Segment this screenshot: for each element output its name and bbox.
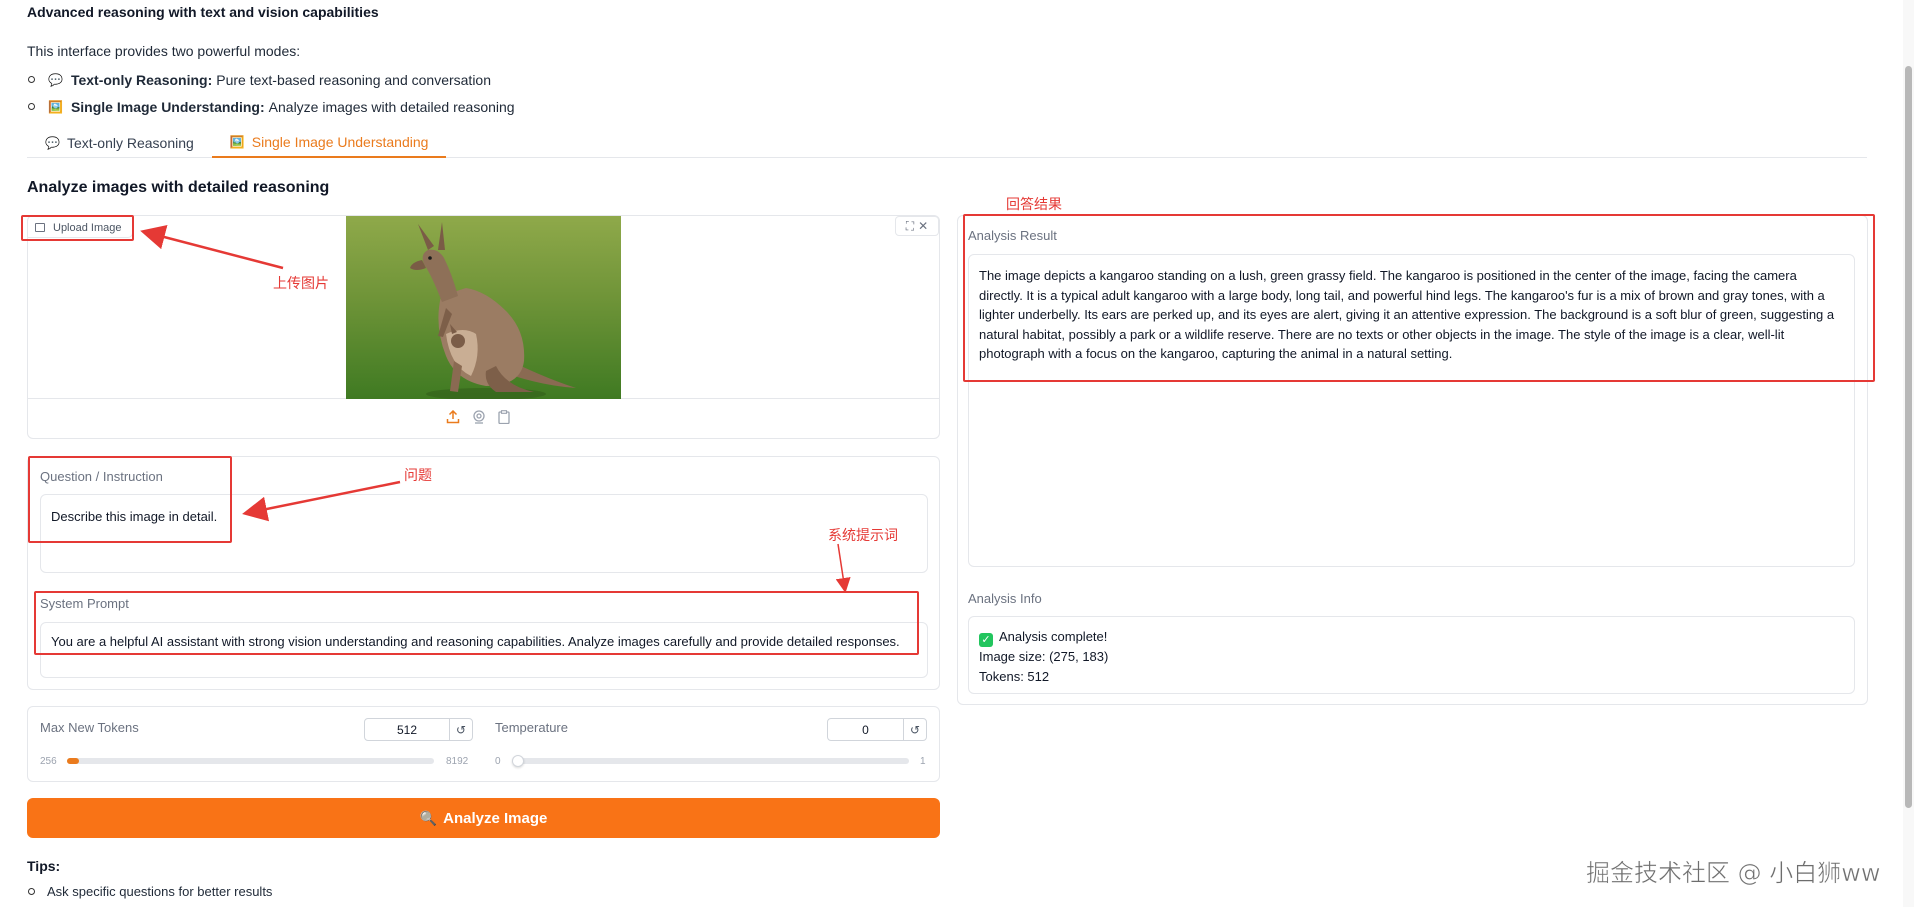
uploaded-image	[346, 216, 621, 399]
max-tokens-fill	[67, 758, 79, 764]
annotation-question: 问题	[404, 468, 432, 484]
mode-name: Single Image Understanding:	[70, 98, 265, 115]
fullscreen-icon[interactable]: ⛶	[906, 219, 914, 234]
scrollbar-thumb[interactable]	[1905, 66, 1912, 808]
tokens-text: Tokens: 512	[979, 668, 1050, 684]
tab-label: Text-only Reasoning	[66, 135, 194, 151]
annotation-box-upload	[21, 215, 134, 241]
bullet-icon	[28, 76, 35, 83]
tips-item: Ask specific questions for better result…	[27, 884, 272, 899]
annotation-system-prompt: 系统提示词	[828, 528, 898, 544]
analysis-info-output[interactable]: ✓ Analysis complete! Image size: (275, 18…	[968, 616, 1855, 694]
speech-bubble-icon: 💬	[48, 72, 63, 87]
image-source-toolbar	[446, 409, 510, 428]
bullet-icon	[28, 888, 35, 895]
temperature-thumb[interactable]	[512, 755, 524, 767]
analysis-info-label: Analysis Info	[968, 591, 1042, 606]
parameters-panel	[27, 706, 940, 782]
picture-icon: 🖼️	[48, 99, 63, 114]
max-tokens-slider[interactable]	[67, 758, 434, 764]
bullet-icon	[28, 103, 35, 110]
image-toolbar: ⛶ ✕	[895, 216, 939, 236]
max-tokens-number[interactable]: 512 ↺	[364, 718, 473, 741]
mode-item-image: 🖼️ Single Image Understanding: Analyze i…	[27, 93, 515, 120]
upload-icon[interactable]	[446, 409, 460, 428]
max-tokens-min: 256	[40, 756, 57, 767]
annotation-result: 回答结果	[1006, 197, 1062, 213]
mode-item-text: 💬 Text-only Reasoning: Pure text-based r…	[27, 66, 515, 93]
tips-item-text: Ask specific questions for better result…	[47, 884, 273, 899]
temperature-min: 0	[495, 756, 501, 767]
webcam-icon[interactable]	[472, 410, 486, 428]
max-tokens-label: Max New Tokens	[40, 720, 139, 735]
temperature-number[interactable]: 0 ↺	[827, 718, 927, 741]
temperature-value[interactable]: 0	[828, 723, 903, 737]
analyze-image-button[interactable]: 🔍 Analyze Image	[27, 798, 940, 838]
mode-name: Text-only Reasoning:	[70, 71, 213, 88]
clipboard-icon[interactable]	[498, 410, 510, 428]
mode-desc: Analyze images with detailed reasoning	[268, 98, 515, 115]
tab-bar: 💬 Text-only Reasoning 🖼️ Single Image Un…	[27, 128, 1867, 158]
tab-single-image[interactable]: 🖼️ Single Image Understanding	[211, 128, 447, 158]
picture-icon: 🖼️	[229, 135, 245, 149]
temperature-slider[interactable]	[512, 758, 909, 764]
tab-label: Single Image Understanding	[251, 134, 429, 150]
tab-text-only[interactable]: 💬 Text-only Reasoning	[27, 128, 212, 158]
close-icon[interactable]: ✕	[918, 219, 928, 233]
mode-list: 💬 Text-only Reasoning: Pure text-based r…	[27, 66, 515, 120]
speech-bubble-icon: 💬	[45, 136, 60, 150]
image-size-text: Image size: (275, 183)	[979, 649, 1109, 664]
max-tokens-max: 8192	[446, 756, 469, 767]
magnifier-icon: 🔍	[419, 809, 438, 826]
reset-icon[interactable]: ↺	[903, 719, 926, 740]
app-subtitle: Advanced reasoning with text and vision …	[27, 4, 379, 20]
temperature-max: 1	[920, 756, 926, 767]
section-title: Analyze images with detailed reasoning	[27, 179, 330, 196]
tips-title: Tips:	[27, 858, 61, 874]
analyze-button-label: Analyze Image	[443, 809, 548, 827]
annotation-box-result	[963, 214, 1875, 382]
reset-icon[interactable]: ↺	[449, 719, 472, 740]
annotation-box-question	[28, 456, 232, 543]
mode-desc: Pure text-based reasoning and conversati…	[216, 71, 491, 88]
status-text: Analysis complete!	[999, 629, 1108, 644]
temperature-label: Temperature	[495, 720, 568, 735]
watermark: 掘金技术社区 @ 小白狮ww	[1586, 859, 1881, 888]
max-tokens-value[interactable]: 512	[365, 723, 449, 737]
annotation-upload: 上传图片	[273, 276, 329, 292]
check-icon: ✓	[979, 633, 993, 647]
intro-text: This interface provides two powerful mod…	[27, 43, 301, 59]
annotation-box-system-prompt	[34, 591, 919, 655]
